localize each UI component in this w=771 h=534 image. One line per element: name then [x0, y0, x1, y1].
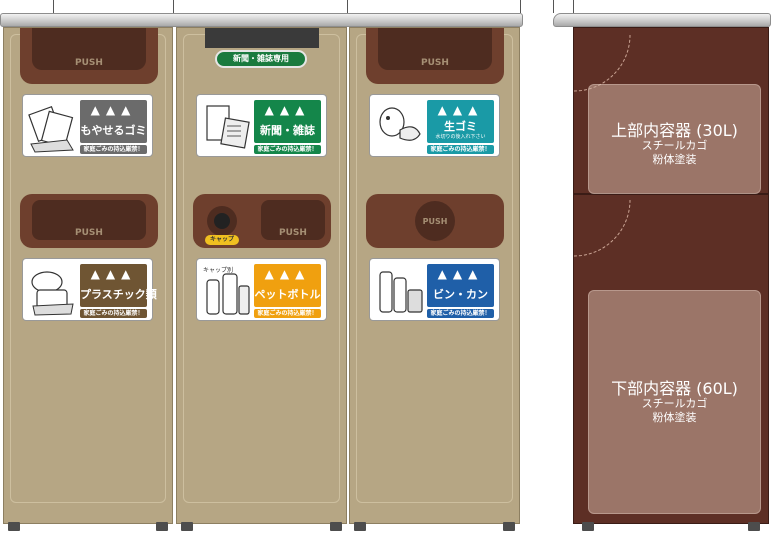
- leader-line: [173, 0, 174, 13]
- unit-foot: [354, 522, 366, 531]
- door-swing-lower: [574, 199, 631, 257]
- push-flap[interactable]: PUSH: [378, 28, 492, 70]
- front-top-cap: [0, 13, 523, 27]
- pet-bottle-label: キャップ別 ▲▲▲ ペットボトル 家庭ごみの持込厳禁！: [196, 258, 327, 321]
- upper-container: 上部内容器 (30L) スチールカゴ 粉体塗装: [588, 84, 761, 194]
- arrow-up-icon: ▲▲▲: [437, 103, 484, 117]
- leader-line: [573, 0, 574, 13]
- upper-slot: PUSH: [20, 28, 158, 84]
- label-subtext: 水切りの後入れ下さい: [435, 134, 486, 140]
- newspaper-slot[interactable]: [205, 28, 319, 48]
- label-footer: 家庭ごみの持込厳禁！: [254, 309, 321, 318]
- label-footer: 家庭ごみの持込厳禁！: [80, 145, 147, 154]
- push-flap[interactable]: PUSH: [32, 28, 146, 70]
- label-footer: 家庭ごみの持込厳禁！: [80, 309, 147, 318]
- arrow-up-icon: ▲▲▲: [90, 103, 137, 117]
- newspaper-unit: 新聞・雑誌専用 ▲▲▲ 新聞・雑誌 家庭ごみの持込厳禁！ PUSH キャップ キ…: [176, 27, 347, 531]
- kitchen-unit: PUSH ▲▲▲ 生ゴミ 水切りの後入れ下さい 家庭ごみの持込厳禁！ PUSH …: [349, 27, 520, 531]
- label-band: ▲▲▲ 生ゴミ 水切りの後入れ下さい: [427, 100, 494, 143]
- push-label: PUSH: [421, 58, 449, 68]
- push-flap[interactable]: PUSH: [261, 200, 325, 240]
- leader-line: [553, 0, 554, 13]
- upper-container-finish: 粉体塗装: [652, 153, 697, 166]
- paper-waste-icon: [28, 105, 74, 153]
- label-band: ▲▲▲ 新聞・雑誌: [254, 100, 321, 143]
- plastic-label: ▲▲▲ プラスチック類 家庭ごみの持込厳禁！: [22, 258, 157, 321]
- leader-line: [347, 0, 348, 13]
- unit-foot: [156, 522, 168, 531]
- newspaper-icon: [206, 105, 250, 149]
- lower-container-finish: 粉体塗装: [652, 411, 697, 424]
- unit-foot: [330, 522, 342, 531]
- label-text: 新聞・雑誌: [260, 124, 315, 137]
- burnable-label: ▲▲▲ もやせるゴミ 家庭ごみの持込厳禁！: [22, 94, 153, 157]
- push-label: PUSH: [75, 58, 103, 68]
- label-text: もやせるゴミ: [80, 124, 147, 137]
- side-foot: [582, 522, 594, 531]
- arrow-up-icon: ▲▲▲: [437, 267, 484, 281]
- lower-container: 下部内容器 (60L) スチールカゴ 粉体塗装: [588, 290, 761, 514]
- cap-hole[interactable]: [207, 206, 237, 236]
- side-top-cap: [553, 13, 771, 27]
- label-text: ビン・カン: [433, 288, 488, 301]
- unit-foot: [8, 522, 20, 531]
- push-label: PUSH: [279, 228, 307, 238]
- arrow-up-icon: ▲▲▲: [264, 267, 311, 281]
- label-band: ▲▲▲ もやせるゴミ: [80, 100, 147, 143]
- arrow-up-icon: ▲▲▲: [90, 267, 137, 281]
- cap-hole-inner: [214, 213, 230, 229]
- side-foot: [748, 522, 760, 531]
- bottle-can-icon: [379, 271, 423, 313]
- cap-separate-note: キャップ別: [203, 266, 233, 274]
- label-footer: 家庭ごみの持込厳禁！: [427, 145, 494, 154]
- lower-slot: PUSH: [20, 194, 158, 248]
- label-footer: 家庭ごみの持込厳禁！: [427, 309, 494, 318]
- push-hole[interactable]: PUSH: [415, 201, 455, 241]
- upper-slot: PUSH: [366, 28, 504, 84]
- label-band: ▲▲▲ ペットボトル: [254, 264, 321, 307]
- fish-food-icon: [379, 107, 421, 141]
- push-label: PUSH: [75, 228, 103, 238]
- push-flap[interactable]: PUSH: [32, 200, 146, 240]
- unit-foot: [181, 522, 193, 531]
- bottle-can-label: ▲▲▲ ビン・カン 家庭ごみの持込厳禁！: [369, 258, 500, 321]
- pet-bottle-icon: キャップ別: [203, 266, 250, 315]
- label-band: ▲▲▲ プラスチック類: [80, 264, 157, 307]
- unit-foot: [503, 522, 515, 531]
- label-text: 生ゴミ: [444, 120, 477, 133]
- burnable-unit: PUSH ▲▲▲ もやせるゴミ 家庭ごみの持込厳禁！ PUSH ▲▲▲ プラスチ…: [3, 27, 173, 531]
- kitchen-waste-label: ▲▲▲ 生ゴミ 水切りの後入れ下さい 家庭ごみの持込厳禁！: [369, 94, 500, 157]
- label-text: プラスチック類: [80, 288, 157, 301]
- leader-line: [520, 0, 521, 13]
- push-label: PUSH: [422, 216, 448, 226]
- cap-tag: キャップ: [205, 235, 239, 245]
- label-band: ▲▲▲ ビン・カン: [427, 264, 494, 307]
- newspaper-label: ▲▲▲ 新聞・雑誌 家庭ごみの持込厳禁！: [196, 94, 327, 157]
- label-text: ペットボトル: [254, 288, 321, 301]
- plastic-container-icon: [31, 271, 74, 316]
- arrow-up-icon: ▲▲▲: [264, 103, 311, 117]
- newspaper-tag: 新聞・雑誌専用: [215, 50, 307, 68]
- lower-slot: PUSH: [366, 194, 504, 248]
- side-view: 上部内容器 (30L) スチールカゴ 粉体塗装 下部内容器 (60L) スチール…: [573, 27, 769, 531]
- label-footer: 家庭ごみの持込厳禁！: [254, 145, 321, 154]
